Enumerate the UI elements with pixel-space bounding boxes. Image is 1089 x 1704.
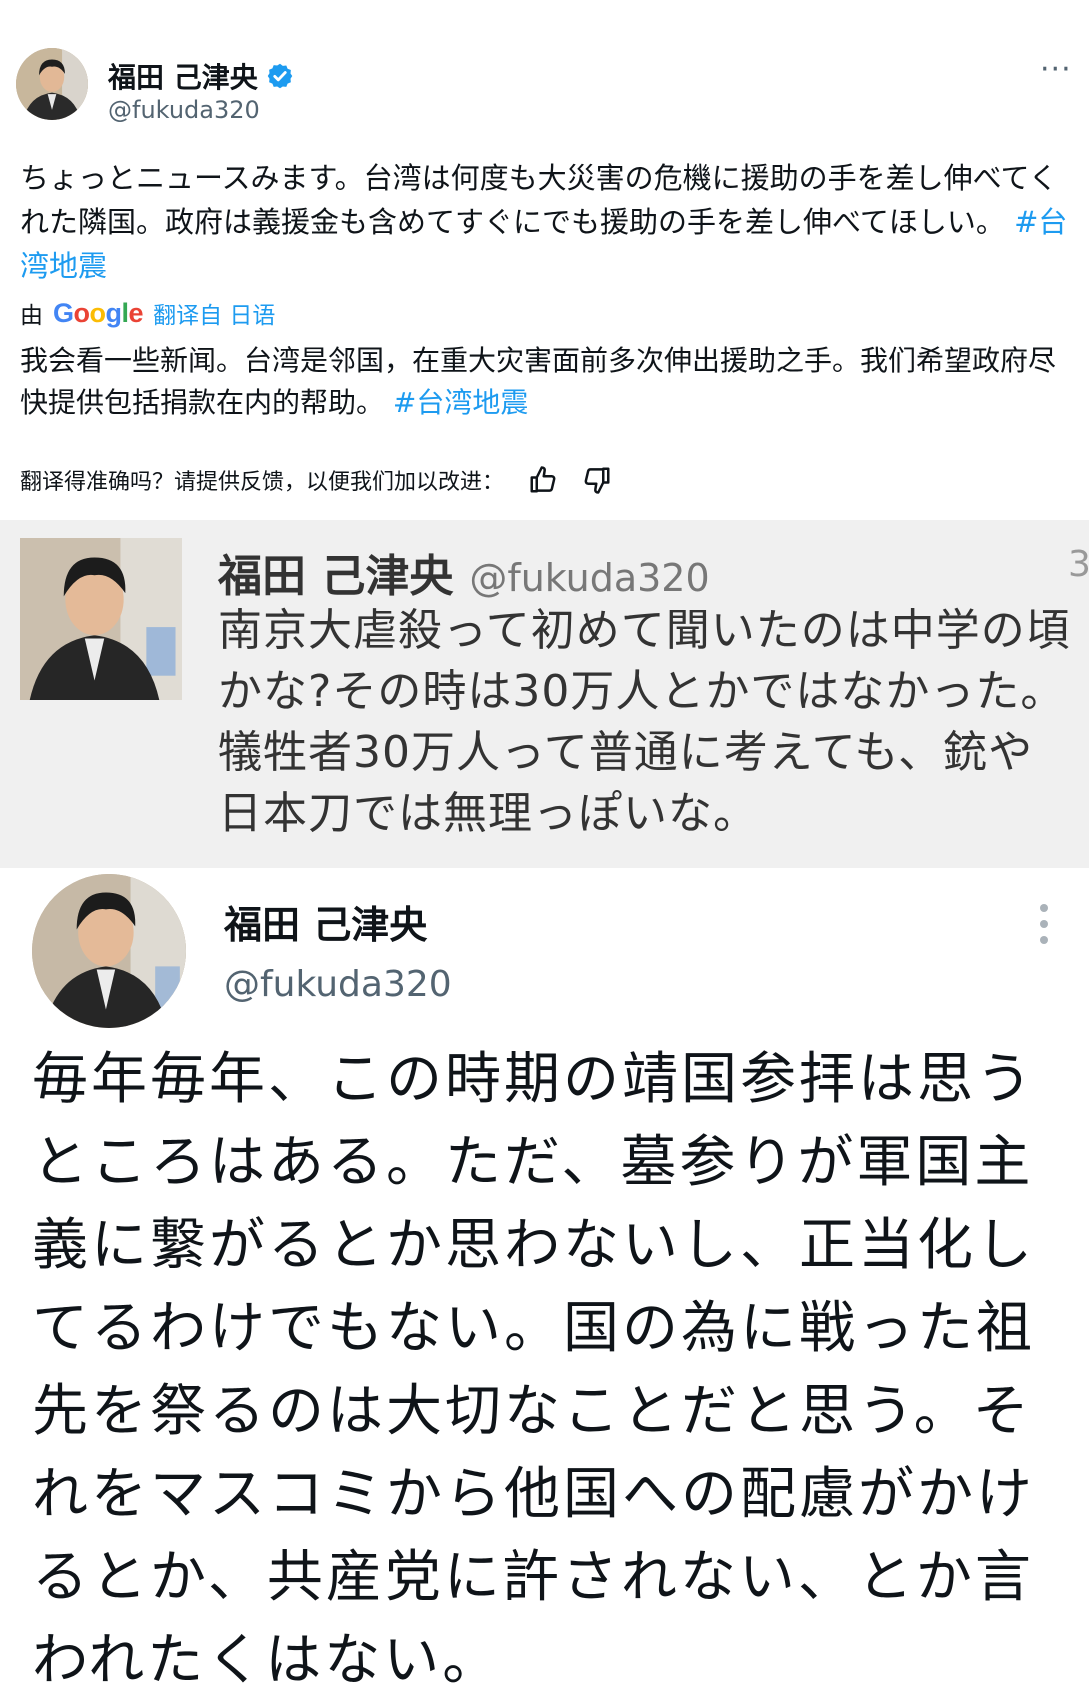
thumbs-up-icon[interactable] [528,465,558,495]
translation-hashtag-link[interactable]: #台湾地震 [393,386,528,419]
truncated-timestamp: 3 [1068,544,1089,585]
tweet-text: ちょっとニュースみます。台湾は何度も大災害の危機に援助の手を差し伸べてくれた隣国… [20,156,1070,288]
translation-attribution: 由 Google 翻译自 日语 [20,296,275,330]
google-logo: Google [53,297,144,328]
tweet-screenshot: 福田 己津央 @fukuda320 3 南京大虐殺って初めて聞いたのは中学の頃かな… [0,520,1089,868]
vertical-more-icon[interactable] [1040,904,1052,952]
display-name[interactable]: 福田 己津央 @fukuda320 [218,540,710,604]
translated-text: 我会看一些新闻。台湾是邻国，在重大灾害面前多次伸出援助之手。我们希望政府尽快提供… [20,340,1070,424]
more-dot [1040,904,1048,912]
translation-feedback: 翻译得准确吗？请提供反馈，以便我们加以改进： [20,464,612,496]
avatar[interactable] [20,538,182,700]
avatar-image [16,48,88,120]
tweet-large: 福田 己津央 @fukuda320 毎年毎年、この時期の靖国参拝は思うところはあ… [0,868,1089,1704]
verified-badge-icon [267,63,292,89]
user-handle[interactable]: @fukuda320 [108,96,260,124]
more-dot [1040,936,1048,944]
translation-body: 我会看一些新闻。台湾是邻国，在重大灾害面前多次伸出援助之手。我们希望政府尽快提供… [20,344,1057,419]
display-name[interactable]: 福田 己津央 [108,56,294,96]
display-name[interactable]: 福田 己津央 [224,894,427,949]
tweet-text: 南京大虐殺って初めて聞いたのは中学の頃かな?その時は30万人とかではなかった。犠… [218,605,1071,839]
tweet-text: 毎年毎年、この時期の靖国参拝は思うところはある。ただ、墓参りが軍国主義に繋がると… [32,1047,1035,1693]
display-name-text[interactable]: 福田 己津央 [108,56,258,96]
feedback-prompt: 翻译得准确吗？请提供反馈，以便我们加以改进： [20,470,505,495]
tweet-body: ちょっとニュースみます。台湾は何度も大災害の危機に援助の手を差し伸べてくれた隣国… [20,161,1058,239]
more-options-icon[interactable]: ··· [1040,52,1072,87]
more-dot [1040,920,1048,928]
thumbs-down-icon[interactable] [582,465,612,495]
translator-prefix: 由 [20,303,43,329]
user-handle[interactable]: @fukuda320 [469,556,709,600]
display-name-text[interactable]: 福田 己津央 [218,551,453,602]
avatar[interactable] [32,874,186,1028]
user-handle[interactable]: @fukuda320 [224,964,452,1005]
tweet-translated: 福田 己津央 @fukuda320 ··· ちょっとニュースみます。台湾は何度も… [0,0,1089,520]
avatar-image [32,874,186,1028]
avatar[interactable] [16,48,88,120]
translated-from-link[interactable]: 翻译自 日语 [153,296,275,330]
avatar-image [20,538,182,700]
